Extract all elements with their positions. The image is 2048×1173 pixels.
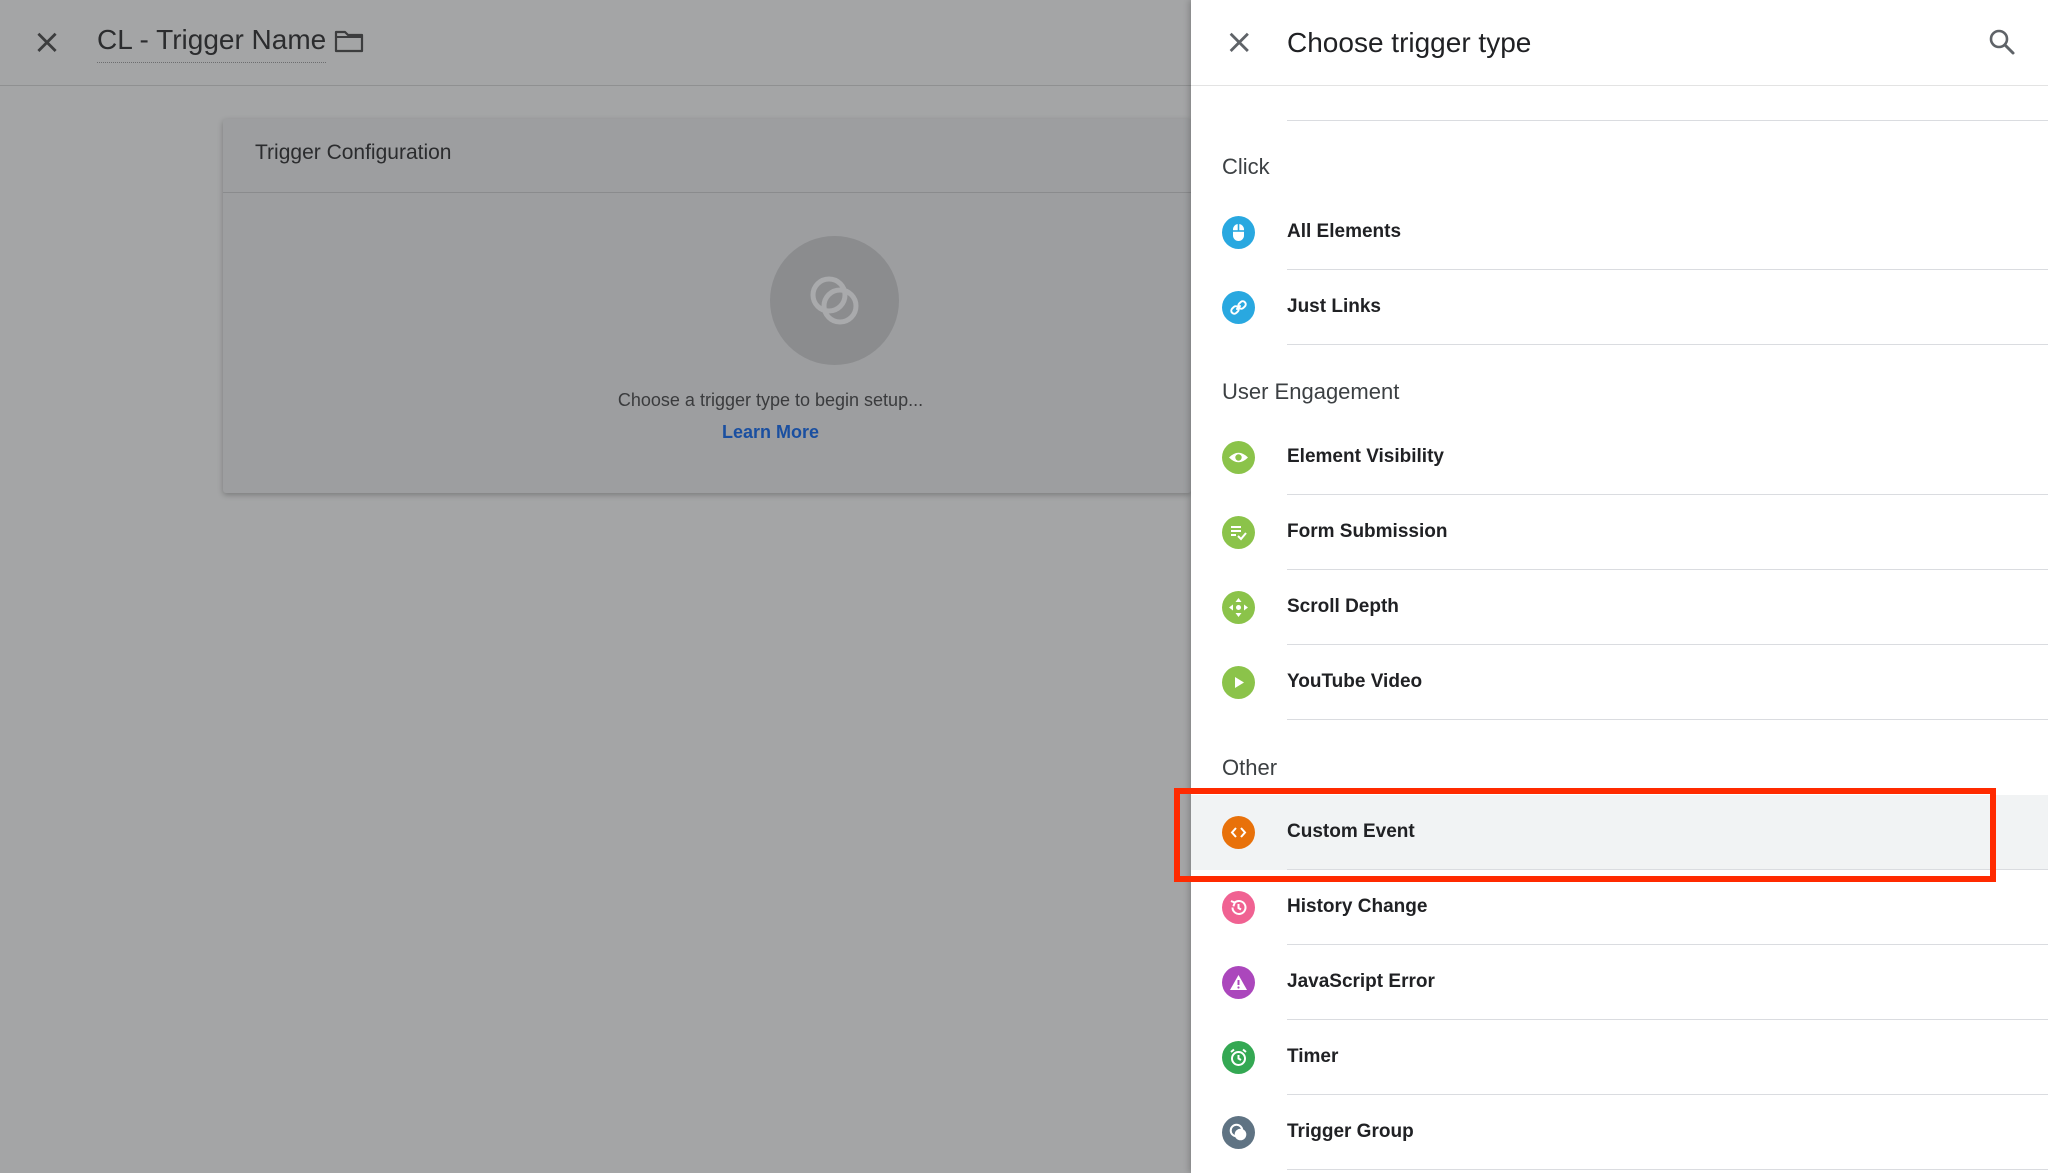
trigger-item-label: Custom Event — [1287, 821, 1415, 842]
section-title-other: Other — [1222, 755, 1278, 780]
trigger-item-label: All Elements — [1287, 221, 1402, 242]
trigger-item-label: Form Submission — [1287, 521, 1448, 542]
mouse-icon — [1222, 216, 1255, 249]
eye-icon — [1222, 441, 1255, 474]
panel-header: × Choose trigger type — [1191, 0, 2048, 86]
trigger-item-label: Scroll Depth — [1287, 596, 1399, 617]
trigger-item-history-change[interactable]: History Change — [1191, 870, 2048, 945]
choose-trigger-type-panel: × Choose trigger type Window Loaded Clic… — [1191, 0, 2048, 1173]
trigger-item-label: JavaScript Error — [1287, 971, 1435, 992]
trigger-item-all-elements[interactable]: All Elements — [1191, 195, 2048, 270]
trigger-item-timer[interactable]: Timer — [1191, 1020, 2048, 1095]
code-brackets-icon — [1222, 816, 1255, 849]
trigger-configuration-card: Trigger Configuration Choose a trigger t… — [223, 119, 1191, 493]
trigger-item-label: YouTube Video — [1287, 671, 1423, 692]
trigger-item-youtube-video[interactable]: YouTube Video — [1191, 645, 2048, 720]
card-title: Trigger Configuration — [255, 141, 452, 164]
link-icon — [1222, 291, 1255, 324]
learn-more-link[interactable]: Learn More — [223, 422, 1318, 443]
item-divider — [1287, 1169, 2048, 1170]
form-check-icon — [1222, 516, 1255, 549]
card-divider — [223, 192, 1191, 193]
trigger-item-form-submission[interactable]: Form Submission — [1191, 495, 2048, 570]
trigger-item-label: Timer — [1287, 1046, 1339, 1067]
trigger-item-label: Element Visibility — [1287, 446, 1444, 467]
item-divider — [1287, 120, 2048, 121]
scroll-arrows-icon — [1222, 591, 1255, 624]
alarm-clock-icon — [1222, 1041, 1255, 1074]
trigger-item-label: Just Links — [1287, 296, 1381, 317]
trigger-item-custom-event[interactable]: Custom Event — [1191, 795, 2048, 870]
history-icon — [1222, 891, 1255, 924]
trigger-item-label: History Change — [1287, 896, 1428, 917]
item-divider — [1287, 719, 2048, 720]
warning-icon — [1222, 966, 1255, 999]
setup-hint-text: Choose a trigger type to begin setup... — [617, 390, 924, 410]
section-title-user-engagement: User Engagement — [1222, 379, 1400, 404]
close-panel-icon[interactable]: × — [1225, 25, 1254, 59]
close-editor-icon[interactable]: × — [33, 25, 62, 59]
trigger-group-icon — [1222, 1116, 1255, 1149]
folder-icon[interactable] — [334, 28, 364, 54]
choose-trigger-type-button[interactable] — [770, 236, 899, 365]
search-icon[interactable] — [1988, 28, 2016, 56]
trigger-item-element-visibility[interactable]: Element Visibility — [1191, 420, 2048, 495]
panel-title: Choose trigger type — [1287, 27, 1532, 58]
trigger-name-field[interactable]: CL - Trigger Name — [97, 24, 327, 63]
play-icon — [1222, 666, 1255, 699]
trigger-item-label: Trigger Group — [1287, 1121, 1414, 1142]
trigger-item-trigger-group[interactable]: Trigger Group — [1191, 1095, 2048, 1170]
trigger-item-javascript-error[interactable]: JavaScript Error — [1191, 945, 2048, 1020]
item-divider — [1287, 344, 2048, 345]
trigger-placeholder-icon — [810, 276, 859, 325]
trigger-item-just-links[interactable]: Just Links — [1191, 270, 2048, 345]
editor-header: × CL - Trigger Name — [0, 0, 1191, 86]
section-title-click: Click — [1222, 154, 1270, 179]
trigger-item-scroll-depth[interactable]: Scroll Depth — [1191, 570, 2048, 645]
